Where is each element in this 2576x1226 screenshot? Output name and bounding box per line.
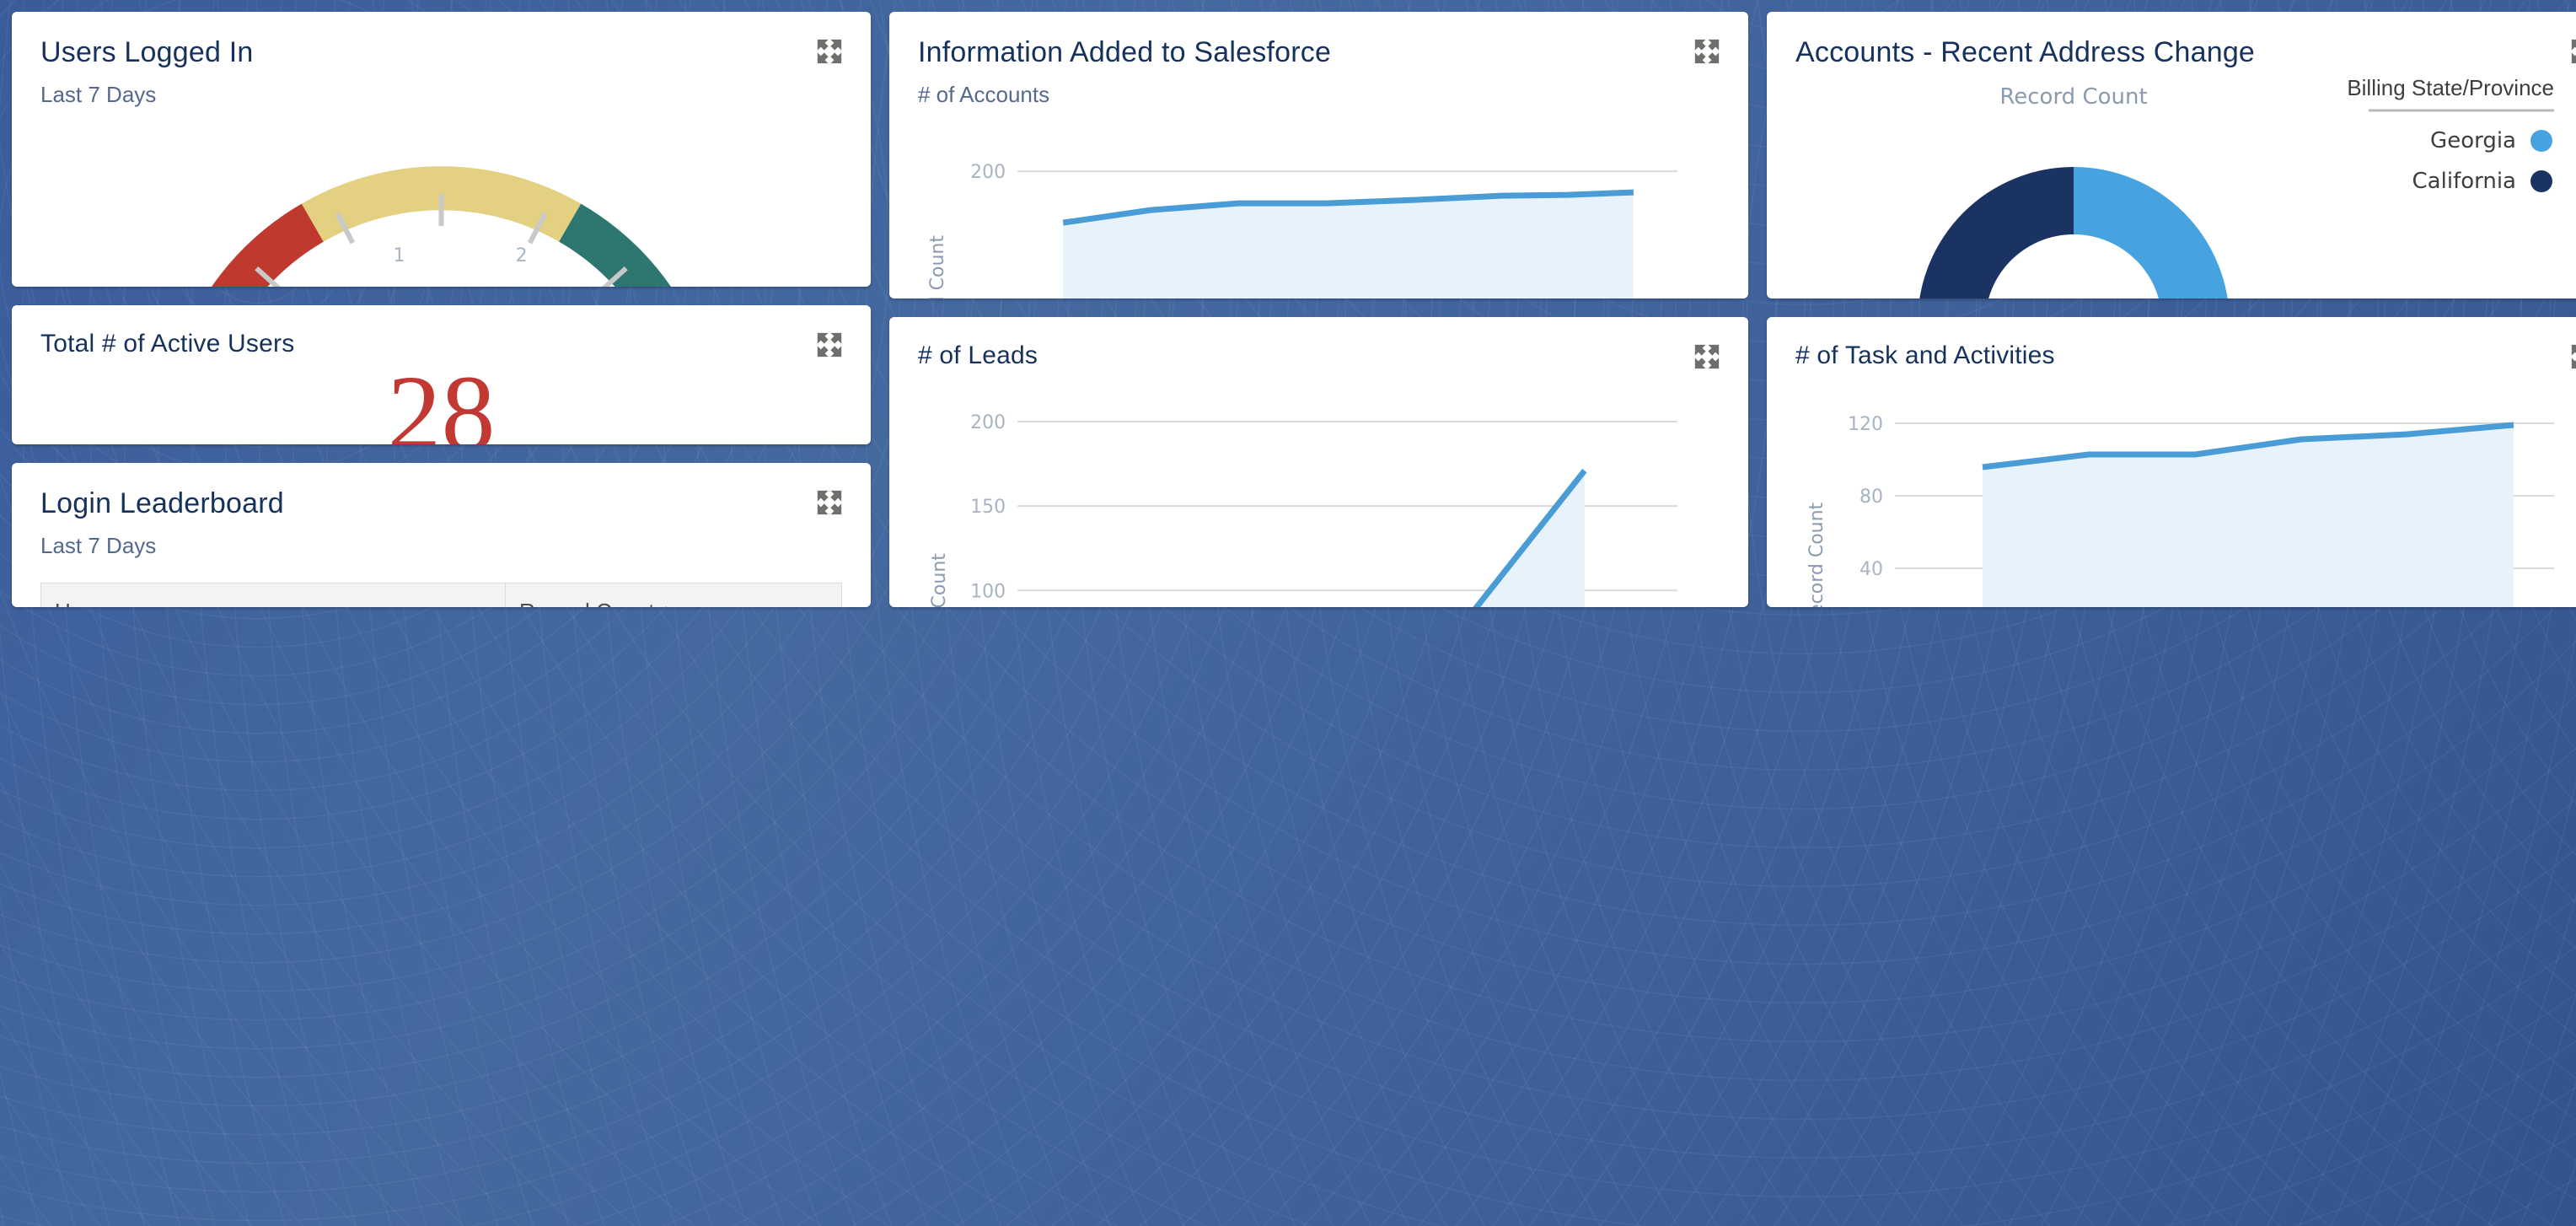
column-header-record-count-label: Record Count [519,599,654,607]
gauge-tick-3: 2 [516,245,528,266]
y-tick-40: 40 [1860,559,1883,580]
expand-icon[interactable] [815,488,844,517]
metric-value-active-users: 28 [387,352,496,444]
sort-descending-icon: ↓ [661,599,672,607]
leaderboard-table: Username Record Count ↓ salesforce+nimbl… [40,582,842,607]
y-axis-label: Record Count [1806,502,1827,607]
y-axis-label: Record Count [927,234,948,298]
y-tick-120: 120 [1848,414,1883,435]
gauge-tick-2: 1 [393,245,405,266]
card-information-added: Information Added to Salesforce # of Acc… [889,12,1748,298]
card-title-information-added: Information Added to Salesforce [918,36,1332,68]
card-number-of-leads: # of Leads Record Count [889,316,1748,607]
card-users-logged-in: Users Logged In Last 7 Days 1 2 [12,12,871,287]
card-title-tasks: # of Task and Activities [1795,341,2055,369]
tasks-area-chart: Record Count 120 80 40 0 February 2018 [1795,371,2576,607]
accounts-area-chart: Record Count 200 0 February 20... March … [918,108,1720,298]
area-fill [1983,424,2514,607]
gauge-chart: 0 1 1 2 2 3 1 [40,108,842,287]
card-title-login-leaderboard: Login Leaderboard [40,487,284,519]
card-title-leads: # of Leads [918,341,1038,369]
area-fill [1476,470,1585,607]
dashboard-column-2: Information Added to Salesforce # of Acc… [889,12,1748,607]
dashboard-column-3: Accounts - Recent Address Change Record … [1767,12,2576,607]
y-tick-200: 200 [970,412,1006,433]
expand-icon[interactable] [2569,342,2576,371]
card-tasks-activities: # of Task and Activities Record Count 12… [1767,316,2576,607]
legend-item-georgia[interactable]: Georgia [2430,128,2516,153]
measure-label: Record Count [1999,84,2147,110]
dashboard-grid: Users Logged In Last 7 Days 1 2 Total # … [0,0,2576,1226]
card-title-recent-address-change: Accounts - Recent Address Change [1795,36,2256,68]
donut-center-total: 2 [2058,296,2090,298]
card-subtitle-users-logged-in: Last 7 Days [40,81,157,107]
donut-slices [1918,166,2230,298]
column-header-username[interactable]: Username [40,582,506,607]
card-subtitle-information-added: # of Accounts [918,81,1050,107]
metric-container: 28 [40,359,842,444]
donut-chart: Record Count Billing State/Province Geor… [1795,70,2576,298]
legend-item-california[interactable]: California [2412,169,2516,194]
y-axis-label: Record Count [929,552,950,607]
expand-icon[interactable] [2569,37,2576,66]
card-login-leaderboard: Login Leaderboard Last 7 Days Username R… [12,462,871,607]
slice-georgia[interactable] [2074,166,2230,298]
table-header-row: Username Record Count ↓ [40,582,842,607]
expand-icon[interactable] [1693,37,1721,66]
card-title-users-logged-in: Users Logged In [40,36,254,68]
dashboard-column-1: Users Logged In Last 7 Days 1 2 Total # … [12,12,871,607]
y-tick-200: 200 [970,162,1006,183]
y-tick-100: 100 [970,581,1006,602]
expand-icon[interactable] [1693,342,1721,371]
expand-icon[interactable] [815,331,844,359]
column-header-record-count[interactable]: Record Count ↓ [505,582,842,607]
legend-swatch-california [2530,169,2552,192]
card-subtitle-login-leaderboard: Last 7 Days [40,532,157,558]
card-recent-address-change: Accounts - Recent Address Change Record … [1767,12,2576,298]
leads-area-chart: Record Count 200 150 100 50 0 February 2… [918,371,1720,607]
legend-title: Billing State/Province [2347,75,2554,100]
legend-swatch-georgia [2530,129,2552,152]
y-tick-150: 150 [970,497,1006,518]
card-total-active-users: Total # of Active Users 28 View Report (… [12,304,871,444]
slice-california[interactable] [1918,166,2074,298]
y-tick-80: 80 [1860,487,1883,508]
expand-icon[interactable] [815,37,844,66]
